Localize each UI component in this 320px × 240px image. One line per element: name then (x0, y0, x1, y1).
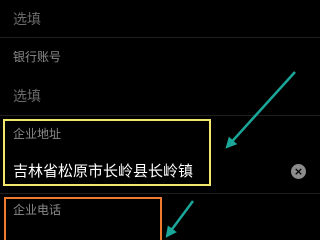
divider (0, 193, 320, 194)
bank-account-input[interactable]: 选填 (13, 90, 41, 104)
bank-account-label: 银行账号 (13, 50, 62, 64)
previous-field-input[interactable]: 选填 (13, 13, 41, 27)
divider (0, 115, 320, 116)
clear-address-icon[interactable]: × (291, 164, 306, 179)
divider (0, 37, 320, 38)
form-screen: 选填 银行账号 选填 企业地址 吉林省松原市长岭县长岭镇 × 企业电话 (0, 0, 320, 240)
address-highlight-box (3, 119, 211, 186)
arrow-to-phone (165, 200, 195, 238)
arrow-to-address (225, 71, 296, 149)
phone-highlight-box (4, 197, 162, 240)
